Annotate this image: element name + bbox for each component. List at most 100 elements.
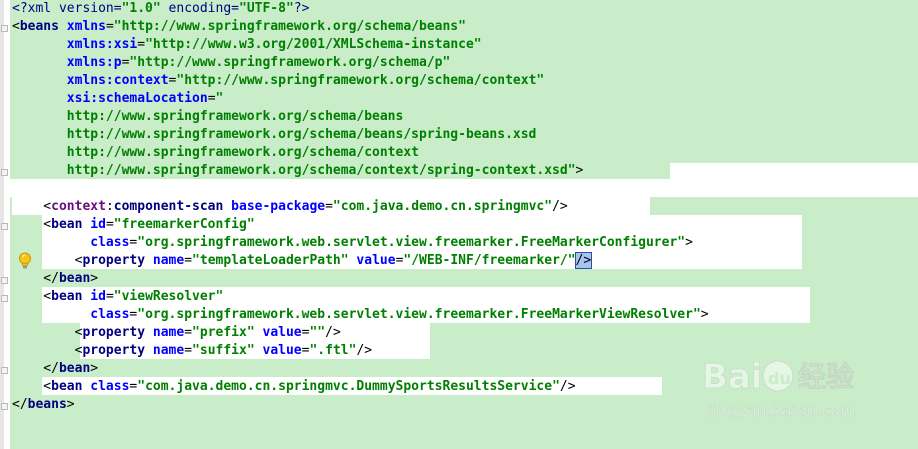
code-line[interactable]: xmlns:xsi="http://www.w3.org/2001/XMLSch…: [12, 36, 482, 54]
code-token: "": [309, 325, 326, 340]
code-token: "1.0": [121, 1, 161, 16]
code-line[interactable]: xmlns:context="http://www.springframewor…: [12, 72, 544, 90]
code-token: id: [90, 289, 106, 304]
fold-marker-icon[interactable]: [1, 367, 8, 374]
code-line[interactable]: xmlns:p="http://www.springframework.org/…: [12, 54, 451, 72]
code-line[interactable]: <bean id="freemarkerConfig": [12, 216, 254, 234]
code-token: <: [12, 325, 83, 340]
code-token: encoding=: [160, 1, 239, 16]
code-line[interactable]: </bean>: [12, 270, 98, 288]
code-line[interactable]: xsi:schemaLocation=": [12, 90, 224, 108]
code-line[interactable]: <property name="templateLoaderPath" valu…: [12, 252, 593, 270]
code-token: <: [12, 199, 52, 214]
code-token: bean: [58, 361, 91, 376]
code-token: xmlns: [66, 19, 106, 34]
code-token: id: [90, 217, 106, 232]
code-token: xmlns:p: [66, 55, 122, 70]
code-token: =: [184, 343, 193, 358]
code-token: ".ftl": [309, 343, 357, 358]
code-token: >: [700, 307, 709, 322]
code-token: =: [184, 253, 193, 268]
code-token: :: [105, 199, 114, 214]
code-token: <: [12, 217, 52, 232]
code-token: beans: [19, 19, 67, 34]
xml-code-editor[interactable]: <?xml version="1.0" encoding="UTF-8"?> <b…: [0, 0, 918, 449]
code-token: http://www.springframework.org/schema/be…: [12, 127, 537, 142]
code-token: />: [559, 379, 576, 394]
code-line[interactable]: <context:component-scan base-package="co…: [12, 198, 568, 216]
code-line[interactable]: http://www.springframework.org/schema/co…: [12, 144, 419, 162]
code-token: =: [325, 199, 333, 214]
code-token: name: [152, 253, 185, 268]
code-line[interactable]: class="org.springframework.web.servlet.v…: [12, 234, 693, 252]
code-token: />: [552, 199, 568, 214]
code-line[interactable]: <beans xmlns="http://www.springframework…: [12, 18, 466, 36]
code-token: bean: [51, 217, 91, 232]
code-token: =: [105, 289, 114, 304]
code-token: value: [262, 343, 302, 358]
code-token: "/WEB-INF/freemarker/": [403, 253, 576, 268]
code-token: ": [215, 91, 224, 106]
code-token: />: [356, 343, 373, 358]
highlight-gap: [670, 163, 918, 179]
code-token: class: [90, 235, 130, 250]
code-token: <: [12, 379, 52, 394]
fold-marker-icon[interactable]: [1, 25, 8, 32]
code-line[interactable]: class="org.springframework.web.servlet.v…: [12, 306, 709, 324]
blank-line-bg: [10, 179, 918, 197]
code-token: "com.java.demo.cn.springmvc": [332, 199, 553, 214]
code-token: "http://www.w3.org/2001/XMLSchema-instan…: [145, 37, 482, 52]
code-line[interactable]: <?xml version="1.0" encoding="UTF-8"?>: [12, 0, 309, 18]
watermark-service: 经验: [798, 360, 854, 393]
fold-marker-icon[interactable]: [1, 403, 8, 410]
fold-marker-icon[interactable]: [1, 277, 8, 284]
code-token: name: [152, 343, 185, 358]
code-token: =: [207, 91, 216, 106]
code-token: component-scan: [113, 199, 232, 214]
code-token: </: [12, 361, 59, 376]
code-line[interactable]: </beans>: [12, 396, 75, 414]
code-token: <: [12, 253, 83, 268]
code-token: <: [12, 19, 20, 34]
code-line[interactable]: <bean class="com.java.demo.cn.springmvc.…: [12, 378, 576, 396]
code-token: "http://www.springframework.org/schema/c…: [176, 73, 545, 88]
code-token: </: [12, 397, 28, 412]
code-token: </: [12, 271, 59, 286]
code-line[interactable]: <bean id="viewResolver": [12, 288, 223, 306]
code-token: http://www.springframework.org/schema/be…: [12, 109, 404, 124]
code-token: "http://www.springframework.org/schema/b…: [113, 19, 466, 34]
code-token: >: [575, 163, 584, 178]
code-token: "org.springframework.web.servlet.view.fr…: [137, 307, 701, 322]
code-token: bean: [51, 379, 91, 394]
caret-selection: />: [574, 252, 593, 269]
code-line[interactable]: <property name="prefix" value=""/>: [12, 324, 341, 342]
code-token: http://www.springframework.org/schema/co…: [12, 145, 419, 160]
code-token: "org.springframework.web.servlet.view.fr…: [137, 235, 686, 250]
code-token: context: [51, 199, 106, 214]
code-line[interactable]: http://www.springframework.org/schema/be…: [12, 126, 537, 144]
code-token: property: [82, 343, 153, 358]
code-token: value: [262, 325, 302, 340]
code-line[interactable]: <property name="suffix" value=".ftl"/>: [12, 342, 372, 360]
code-token: />: [325, 325, 341, 340]
code-token: name: [152, 325, 185, 340]
code-token: >: [90, 271, 99, 286]
code-token: <?xml version=: [12, 1, 122, 16]
code-token: "UTF-8": [239, 1, 294, 16]
code-token: "templateLoaderPath": [192, 253, 349, 268]
code-token: beans: [27, 397, 67, 412]
code-line[interactable]: </bean>: [12, 360, 98, 378]
code-line[interactable]: http://www.springframework.org/schema/co…: [12, 162, 584, 180]
code-token: "suffix": [192, 343, 255, 358]
fold-marker-icon[interactable]: [1, 295, 8, 302]
fold-marker-icon[interactable]: [1, 223, 8, 230]
fold-marker-icon[interactable]: [1, 169, 8, 176]
code-token: bean: [58, 271, 91, 286]
code-line[interactable]: http://www.springframework.org/schema/be…: [12, 108, 404, 126]
code-token: >: [685, 235, 693, 250]
code-token: xmlns:context: [66, 73, 169, 88]
